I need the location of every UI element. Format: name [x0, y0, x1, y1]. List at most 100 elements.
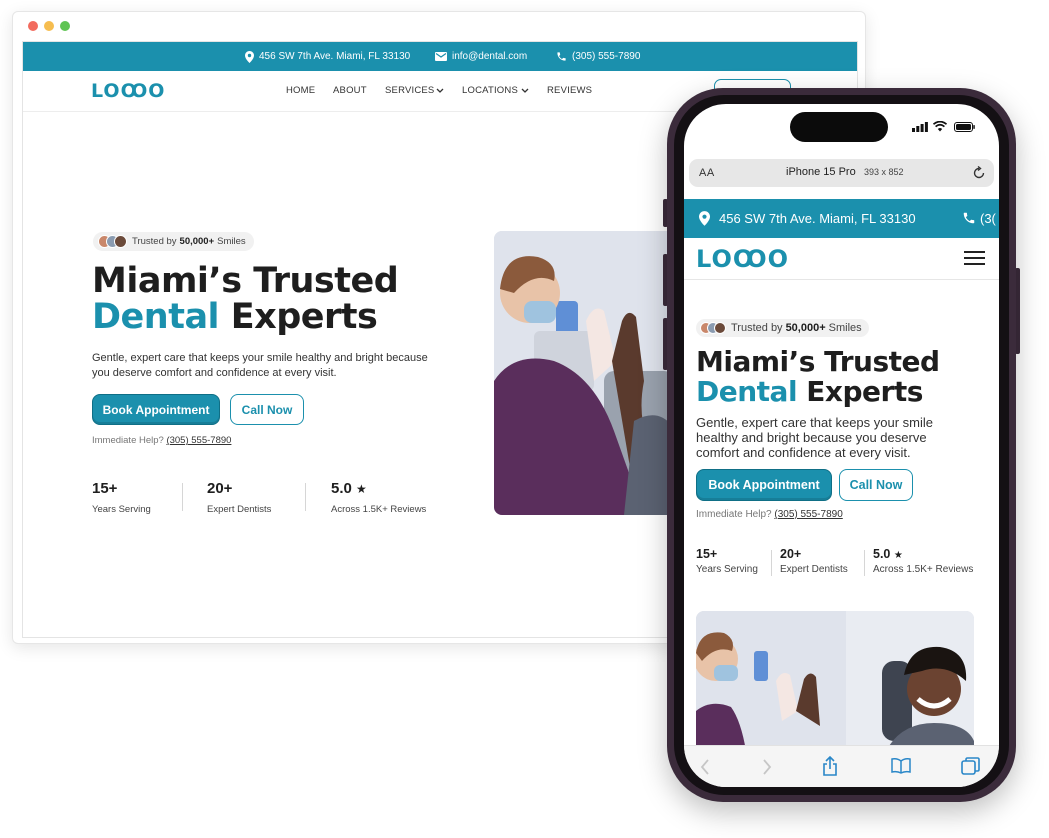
- text-size-button[interactable]: AA: [699, 167, 715, 179]
- immediate-help: Immediate Help? (305) 555-7890: [696, 509, 843, 520]
- hero-title-line1: Miami’s Trusted: [92, 261, 399, 301]
- call-now-button[interactable]: Call Now: [839, 469, 913, 501]
- bookmarks-icon[interactable]: [891, 758, 911, 774]
- phone-screen: AA iPhone 15 Pro 393 x 852 456 SW 7th Av…: [684, 104, 999, 787]
- description-line: comfort and confidence at every visit.: [696, 445, 911, 460]
- stat-value: 15+: [696, 547, 718, 561]
- star-icon: ★: [356, 482, 367, 496]
- stat-rating: 5.0 ★: [873, 547, 903, 561]
- logo[interactable]: LOꝎO: [696, 245, 789, 273]
- logo[interactable]: LOꝎO: [91, 80, 165, 102]
- reload-icon[interactable]: [972, 166, 986, 180]
- browser-toolbar: [684, 745, 999, 787]
- help-phone-link[interactable]: (305) 555-7890: [166, 435, 231, 446]
- book-appointment-button[interactable]: Book Appointment: [696, 469, 832, 501]
- forward-icon[interactable]: [762, 759, 772, 775]
- description-line: Gentle, expert care that keeps your smil…: [696, 415, 934, 430]
- mobile-nav: LOꝎO: [684, 238, 999, 280]
- hero-title-line2: Dental Experts: [92, 297, 378, 337]
- stat-label: Across 1.5K+ Reviews: [331, 504, 427, 515]
- address-text: 456 SW 7th Ave. Miami, FL 33130: [719, 211, 916, 226]
- phone-item[interactable]: (305) 555-7890: [556, 42, 640, 71]
- trust-badge: Trusted by 50,000+ Smiles: [93, 232, 254, 251]
- description-line: healthy and bright because you deserve: [696, 430, 927, 445]
- stat-divider: [182, 483, 183, 511]
- email-item[interactable]: info@dental.com: [435, 42, 527, 71]
- nav-locations[interactable]: LOCATIONS: [462, 85, 518, 96]
- phone-text-partial[interactable]: (3(: [980, 211, 996, 226]
- trust-count: 50,000+: [179, 236, 215, 247]
- help-prefix: Immediate Help?: [696, 509, 772, 520]
- help-prefix: Immediate Help?: [92, 435, 164, 446]
- stat-label: Expert Dentists: [780, 564, 848, 575]
- book-appointment-button[interactable]: Book Appointment: [92, 394, 220, 425]
- avatar: [714, 322, 726, 334]
- phone-icon: [963, 212, 975, 224]
- maximize-window-dot[interactable]: [60, 21, 70, 31]
- phone-text[interactable]: (305) 555-7890: [572, 51, 640, 62]
- close-window-dot[interactable]: [28, 21, 38, 31]
- hero-title-line2: Dental Experts: [696, 375, 923, 408]
- minimize-window-dot[interactable]: [44, 21, 54, 31]
- avatar-group: [700, 322, 726, 334]
- call-now-button[interactable]: Call Now: [230, 394, 304, 425]
- share-icon[interactable]: [822, 756, 838, 776]
- stat-label: Across 1.5K+ Reviews: [873, 564, 974, 575]
- nav-about[interactable]: ABOUT: [333, 85, 367, 96]
- stat-value: 20+: [207, 480, 233, 497]
- avatar: [114, 235, 127, 248]
- dynamic-island: [790, 112, 888, 142]
- address-item: 456 SW 7th Ave. Miami, FL 33130: [245, 42, 410, 71]
- hero-title-line1: Miami’s Trusted: [696, 345, 940, 378]
- hero-title-highlight: Dental: [696, 375, 798, 408]
- stat-label: Expert Dentists: [207, 504, 272, 515]
- stat-rating: 5.0 ★: [331, 480, 367, 497]
- help-phone-link[interactable]: (305) 555-7890: [774, 509, 842, 520]
- star-icon: ★: [893, 550, 903, 561]
- trust-badge: Trusted by 50,000+ Smiles: [696, 319, 869, 337]
- address-bar[interactable]: AA iPhone 15 Pro 393 x 852: [689, 159, 994, 187]
- top-info-bar: 456 SW 7th Ave. Miami, FL 33130 info@den…: [23, 42, 857, 71]
- trust-suffix: Smiles: [217, 236, 246, 247]
- nav-reviews[interactable]: REVIEWS: [547, 85, 592, 96]
- stat-label: Years Serving: [92, 504, 151, 515]
- stat-divider: [305, 483, 306, 511]
- chevron-down-icon: [521, 88, 529, 93]
- hero-image: [696, 611, 974, 751]
- stat-value: 5.0: [873, 547, 891, 561]
- phone-icon: [557, 52, 566, 61]
- signal-icon: [912, 122, 928, 132]
- tabs-icon[interactable]: [961, 757, 980, 776]
- hero-title-highlight: Dental: [92, 297, 220, 337]
- mail-icon: [435, 52, 447, 61]
- back-icon[interactable]: [700, 759, 710, 775]
- location-pin-icon: [245, 50, 254, 63]
- stat-value: 15+: [92, 480, 118, 497]
- avatar-group: [98, 235, 127, 248]
- nav-services[interactable]: SERVICES: [385, 85, 434, 96]
- stat-value: 5.0: [331, 480, 352, 497]
- device-size: 393 x 852: [864, 167, 904, 177]
- stat-divider: [771, 550, 772, 576]
- chevron-down-icon: [436, 88, 444, 93]
- stat-label: Years Serving: [696, 564, 758, 575]
- trust-suffix: Smiles: [828, 322, 862, 334]
- hero-title-rest: Experts: [806, 375, 923, 408]
- mobile-info-bar: 456 SW 7th Ave. Miami, FL 33130 (3(: [684, 199, 999, 238]
- hero-description: Gentle, expert care that keeps your smil…: [696, 415, 933, 460]
- hamburger-menu-icon[interactable]: [964, 251, 985, 265]
- email-text[interactable]: info@dental.com: [452, 51, 527, 62]
- battery-icon: [954, 122, 975, 132]
- iphone-mockup: AA iPhone 15 Pro 393 x 852 456 SW 7th Av…: [667, 88, 1016, 802]
- wifi-icon: [933, 121, 947, 132]
- trust-prefix: Trusted by: [132, 236, 177, 247]
- nav-home[interactable]: HOME: [286, 85, 315, 96]
- hero-title-rest: Experts: [230, 297, 378, 337]
- stat-divider: [864, 550, 865, 576]
- device-label: iPhone 15 Pro: [786, 166, 856, 178]
- trust-count: 50,000+: [785, 322, 826, 334]
- immediate-help: Immediate Help? (305) 555-7890: [92, 435, 231, 446]
- hero-description: Gentle, expert care that keeps your smil…: [92, 352, 428, 379]
- location-pin-icon: [699, 211, 710, 226]
- trust-prefix: Trusted by: [731, 322, 783, 334]
